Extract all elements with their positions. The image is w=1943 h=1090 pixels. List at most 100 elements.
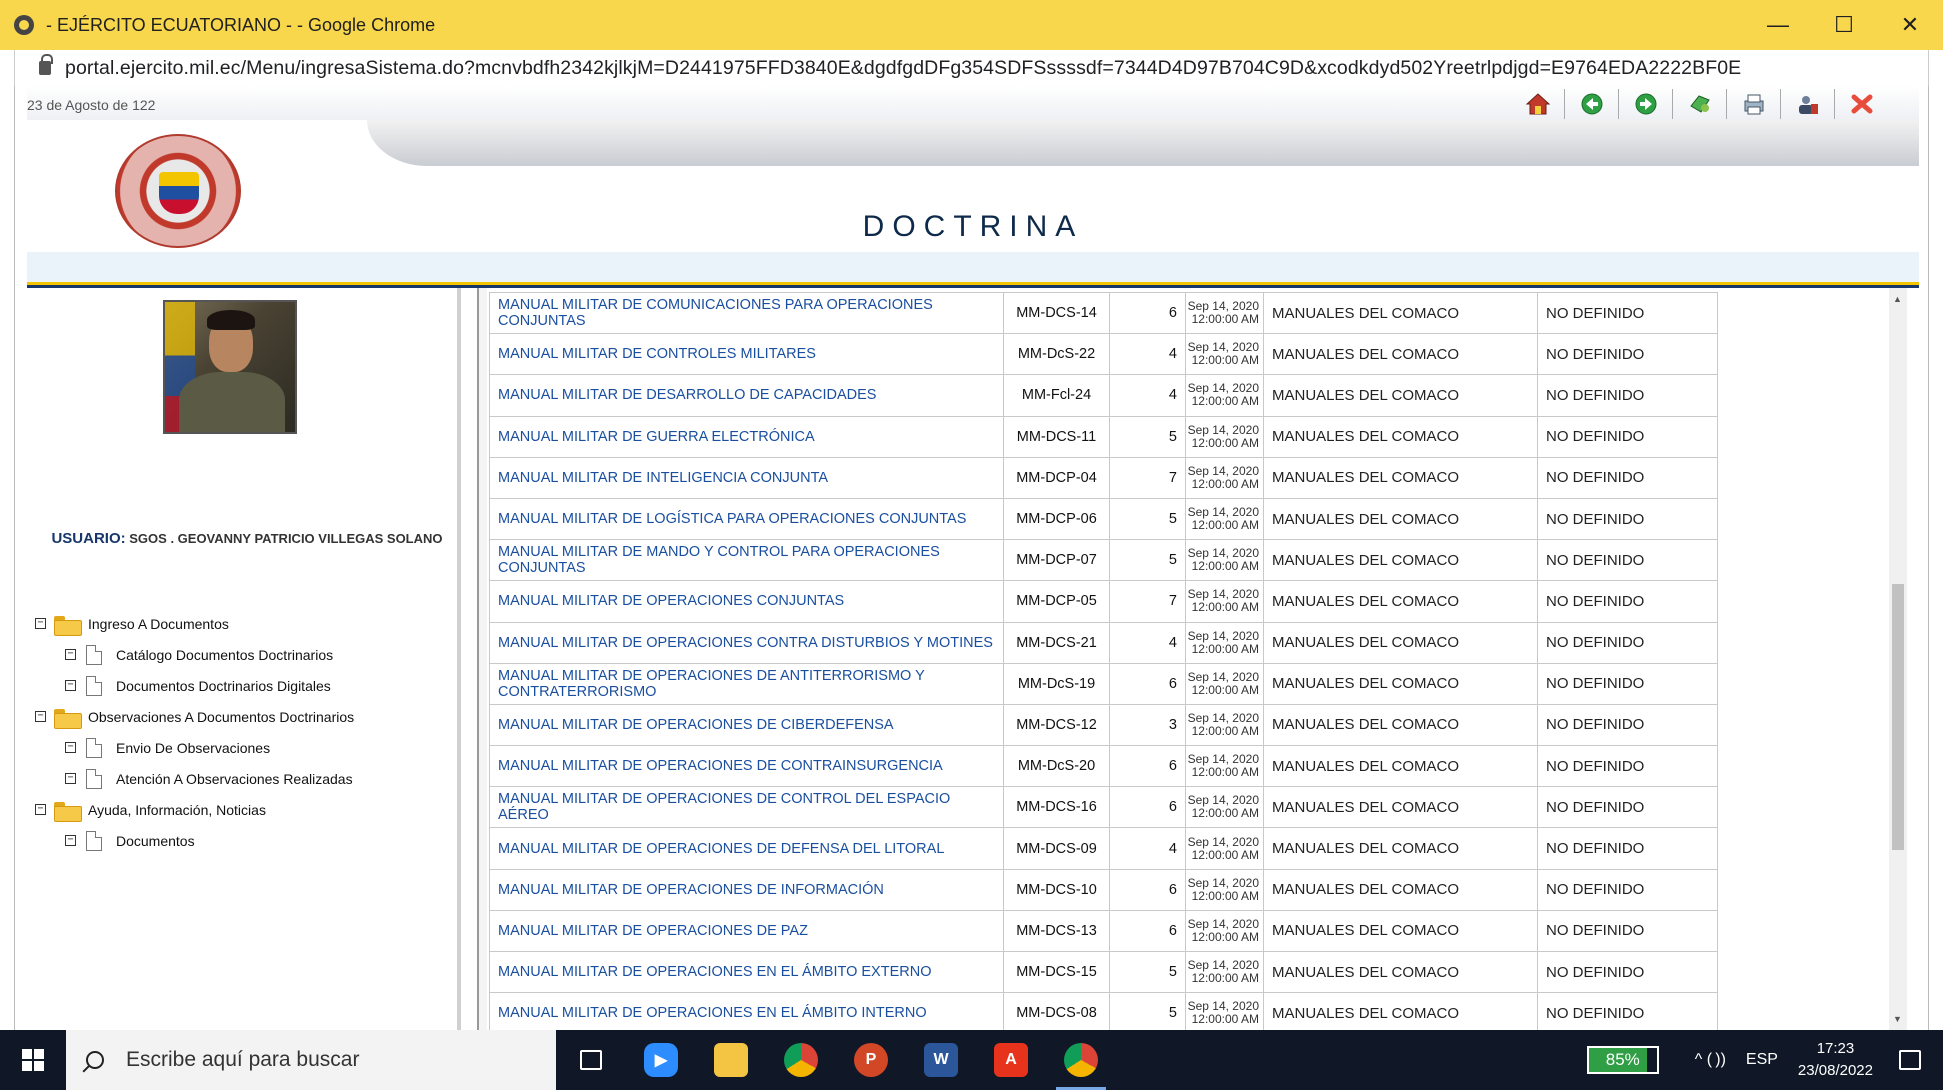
tree-node-label[interactable]: Documentos Doctrinarios Digitales: [116, 678, 331, 694]
forward-icon[interactable]: [1619, 89, 1673, 119]
document-status: NO DEFINIDO: [1537, 456, 1718, 499]
powerpoint-app[interactable]: P: [836, 1030, 906, 1090]
taskbar-clock[interactable]: 17:23 23/08/2022: [1798, 1038, 1873, 1082]
address-bar[interactable]: portal.ejercito.mil.ec/Menu/ingresaSiste…: [14, 50, 1929, 86]
document-version: 6: [1109, 291, 1186, 335]
tree-node-documentos[interactable]: − Documentos: [35, 825, 354, 856]
time-line: 12:00:00 AM: [1191, 600, 1259, 615]
document-title-link[interactable]: MANUAL MILITAR DE OPERACIONES EN EL ÁMBI…: [489, 992, 1004, 1030]
collapse-toggle-icon[interactable]: −: [65, 680, 76, 691]
tree-node-atencion-observaciones[interactable]: − Atención A Observaciones Realizadas: [35, 763, 354, 794]
document-title-link[interactable]: MANUAL MILITAR DE OPERACIONES CONTRA DIS…: [489, 621, 1004, 664]
zoom-app[interactable]: ▶: [626, 1030, 696, 1090]
document-code: MM-DCP-04: [1003, 456, 1110, 499]
refresh-icon[interactable]: [1673, 89, 1727, 119]
acrobat-app[interactable]: A: [976, 1030, 1046, 1090]
document-title-link[interactable]: MANUAL MILITAR DE LOGÍSTICA PARA OPERACI…: [489, 497, 1004, 541]
user-name: SGOS . GEOVANNY PATRICIO VILLEGAS SOLANO: [129, 531, 443, 546]
language-indicator[interactable]: ESP: [1746, 1051, 1778, 1069]
scrollbar-thumb[interactable]: [1892, 584, 1904, 850]
tree-node-label[interactable]: Atención A Observaciones Realizadas: [116, 771, 353, 787]
document-icon: [86, 644, 102, 665]
collapse-toggle-icon[interactable]: −: [35, 804, 46, 815]
document-version: 3: [1109, 703, 1186, 747]
collapse-toggle-icon[interactable]: −: [35, 618, 46, 629]
notifications-icon[interactable]: [1899, 1050, 1921, 1070]
tray-symbols[interactable]: ^ ( )): [1695, 1051, 1726, 1069]
url-text[interactable]: portal.ejercito.mil.ec/Menu/ingresaSiste…: [65, 57, 1741, 80]
document-title-link[interactable]: MANUAL MILITAR DE COMUNICACIONES PARA OP…: [489, 291, 1004, 335]
tree-node-label[interactable]: Envio De Observaciones: [116, 740, 270, 756]
tree-node-ayuda[interactable]: − Ayuda, Información, Noticias: [35, 794, 354, 825]
document-title-link[interactable]: MANUAL MILITAR DE INTELIGENCIA CONJUNTA: [489, 456, 1004, 499]
document-title-link[interactable]: MANUAL MILITAR DE OPERACIONES DE INFORMA…: [489, 868, 1004, 911]
documents-panel: MANUAL MILITAR DE COMUNICACIONES PARA OP…: [477, 288, 1907, 1030]
tree-node-catalogo[interactable]: − Catálogo Documentos Doctrinarios: [35, 639, 354, 670]
task-view-button[interactable]: [556, 1030, 626, 1090]
collapse-toggle-icon[interactable]: −: [65, 835, 76, 846]
document-title-link[interactable]: MANUAL MILITAR DE OPERACIONES DE PAZ: [489, 909, 1004, 953]
vertical-scrollbar[interactable]: ▲ ▼: [1889, 288, 1907, 1030]
document-title-link[interactable]: MANUAL MILITAR DE OPERACIONES DE CONTROL…: [489, 786, 1004, 829]
taskbar-search[interactable]: Escribe aquí para buscar: [66, 1030, 556, 1090]
user-info: USUARIO: SGOS . GEOVANNY PATRICIO VILLEG…: [47, 530, 447, 548]
collapse-toggle-icon[interactable]: −: [65, 742, 76, 753]
table-row: MANUAL MILITAR DE INTELIGENCIA CONJUNTA M…: [489, 456, 1718, 499]
chrome-app[interactable]: [766, 1030, 836, 1090]
document-status: NO DEFINIDO: [1537, 415, 1718, 458]
document-version: 6: [1109, 745, 1186, 788]
tree-node-envio-observaciones[interactable]: − Envio De Observaciones: [35, 732, 354, 763]
clock-time: 17:23: [1816, 1040, 1855, 1057]
collapse-toggle-icon[interactable]: −: [65, 649, 76, 660]
document-title-link[interactable]: MANUAL MILITAR DE OPERACIONES DE ANTITER…: [489, 662, 1004, 705]
document-date: Sep 14, 2020 12:00:00 AM: [1185, 662, 1264, 705]
document-code: MM-DCS-14: [1003, 291, 1110, 335]
close-window-button[interactable]: ✕: [1877, 0, 1943, 50]
tree-node-documentos-digitales[interactable]: − Documentos Doctrinarios Digitales: [35, 670, 354, 701]
document-title-link[interactable]: MANUAL MILITAR DE OPERACIONES DE CIBERDE…: [489, 703, 1004, 747]
battery-indicator[interactable]: 85%: [1586, 1046, 1659, 1074]
back-icon[interactable]: [1565, 89, 1619, 119]
document-title-link[interactable]: MANUAL MILITAR DE CONTROLES MILITARES: [489, 333, 1004, 376]
lock-icon[interactable]: [39, 54, 53, 75]
tree-node-ingreso-documentos[interactable]: − Ingreso A Documentos: [35, 608, 354, 639]
home-icon[interactable]: [1511, 89, 1565, 119]
tree-node-label[interactable]: Observaciones A Documentos Doctrinarios: [88, 709, 354, 725]
table-row: MANUAL MILITAR DE OPERACIONES EN EL ÁMBI…: [489, 950, 1718, 994]
table-row: MANUAL MILITAR DE OPERACIONES DE PAZ MM-D…: [489, 909, 1718, 953]
table-row: MANUAL MILITAR DE GUERRA ELECTRÓNICA MM-D…: [489, 415, 1718, 458]
document-status: NO DEFINIDO: [1537, 868, 1718, 911]
document-status: NO DEFINIDO: [1537, 621, 1718, 664]
document-title-link[interactable]: MANUAL MILITAR DE OPERACIONES CONJUNTAS: [489, 580, 1004, 623]
tree-node-label[interactable]: Documentos: [116, 833, 195, 849]
table-row: MANUAL MILITAR DE OPERACIONES CONJUNTAS M…: [489, 580, 1718, 623]
document-code: MM-DCP-06: [1003, 497, 1110, 541]
scroll-down-icon[interactable]: ▼: [1893, 1014, 1902, 1024]
document-version: 4: [1109, 374, 1186, 417]
document-title-link[interactable]: MANUAL MILITAR DE DESARROLLO DE CAPACIDA…: [489, 374, 1004, 417]
folder-open-icon: [54, 614, 82, 636]
collapse-toggle-icon[interactable]: −: [35, 711, 46, 722]
tree-node-label[interactable]: Ayuda, Información, Noticias: [88, 802, 266, 818]
tree-node-label[interactable]: Ingreso A Documentos: [88, 616, 229, 632]
document-title-link[interactable]: MANUAL MILITAR DE OPERACIONES DE CONTRAI…: [489, 745, 1004, 788]
document-code: MM-DCS-16: [1003, 786, 1110, 829]
maximize-button[interactable]: ☐: [1811, 0, 1877, 50]
start-button[interactable]: [0, 1030, 66, 1090]
user-settings-icon[interactable]: [1781, 89, 1835, 119]
print-icon[interactable]: [1727, 89, 1781, 119]
document-title-link[interactable]: MANUAL MILITAR DE MANDO Y CONTROL PARA O…: [489, 539, 1004, 582]
tree-node-label[interactable]: Catálogo Documentos Doctrinarios: [116, 647, 333, 663]
document-title-link[interactable]: MANUAL MILITAR DE GUERRA ELECTRÓNICA: [489, 415, 1004, 458]
word-app[interactable]: W: [906, 1030, 976, 1090]
file-explorer-app[interactable]: [696, 1030, 766, 1090]
document-version: 4: [1109, 333, 1186, 376]
collapse-toggle-icon[interactable]: −: [65, 773, 76, 784]
exit-icon[interactable]: [1835, 89, 1889, 119]
document-title-link[interactable]: MANUAL MILITAR DE OPERACIONES DE DEFENSA…: [489, 827, 1004, 870]
tree-node-observaciones[interactable]: − Observaciones A Documentos Doctrinario…: [35, 701, 354, 732]
scroll-up-icon[interactable]: ▲: [1893, 294, 1902, 304]
document-title-link[interactable]: MANUAL MILITAR DE OPERACIONES EN EL ÁMBI…: [489, 950, 1004, 994]
minimize-button[interactable]: —: [1745, 0, 1811, 50]
chrome-profile-app[interactable]: [1046, 1030, 1116, 1090]
